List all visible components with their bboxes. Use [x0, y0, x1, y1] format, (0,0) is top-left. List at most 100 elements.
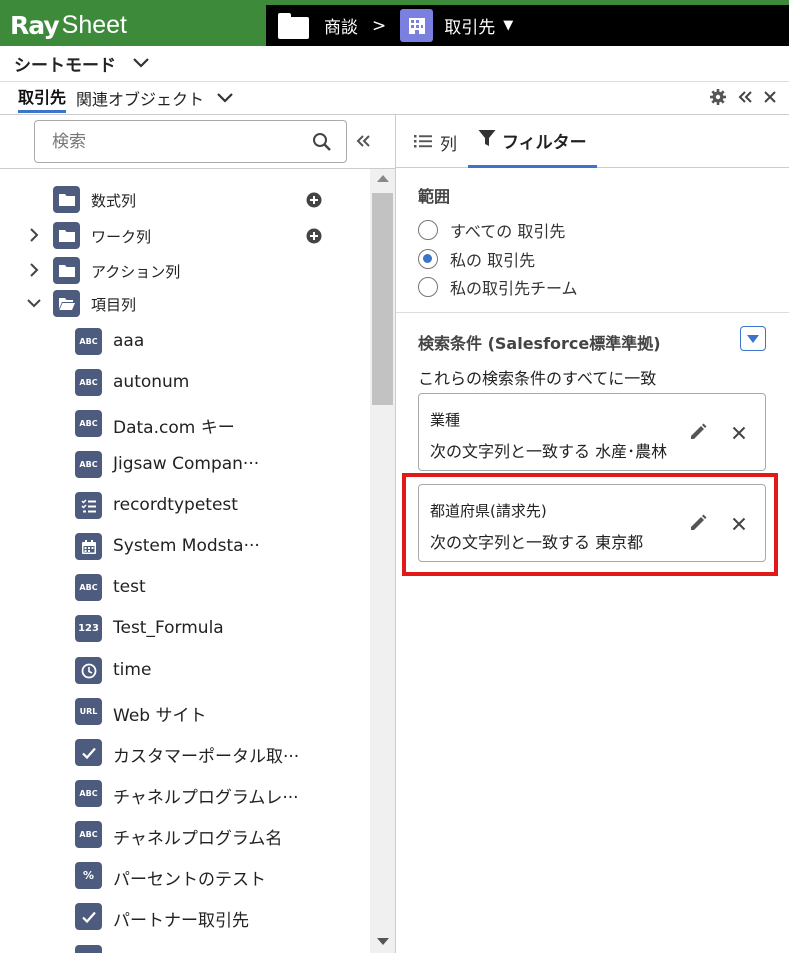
- tree-item[interactable]: System Modsta···: [0, 529, 370, 563]
- tree-item[interactable]: 123 Test_Formula: [0, 611, 370, 645]
- tree-item[interactable]: カスタマーポータル取···: [0, 735, 370, 769]
- list-icon: [414, 133, 432, 153]
- checkbox-type-icon: [75, 903, 102, 930]
- add-circle-icon[interactable]: [306, 192, 322, 212]
- tree-item[interactable]: ABC Data.com キー: [0, 406, 370, 440]
- tree-item[interactable]: % パーセントのテスト: [0, 858, 370, 892]
- chevron-right-icon[interactable]: [26, 262, 42, 278]
- tree-folder-label: ワーク列: [91, 228, 152, 246]
- tree-item[interactable]: ABC test: [0, 570, 370, 604]
- scroll-up-icon[interactable]: [377, 175, 389, 182]
- tab-filter[interactable]: フィルター: [468, 115, 597, 168]
- breadcrumb: 商談 > 取引先 ▼: [266, 5, 789, 46]
- panel-tabs: 列 フィルター: [396, 115, 789, 168]
- logo-sheet-text: Sheet: [61, 11, 127, 39]
- tree-scrollbar[interactable]: [370, 169, 395, 953]
- scope-option-mine[interactable]: 私の 取引先: [418, 247, 535, 271]
- folder-icon: [278, 12, 310, 39]
- tree-folder-action[interactable]: アクション列: [0, 254, 370, 288]
- sheet-mode-label: シートモード: [14, 56, 116, 76]
- object-tabs: 取引先 関連オブジェクト: [0, 82, 789, 115]
- tree-item-label: autonum: [113, 372, 190, 392]
- conditions-subtitle: これらの検索条件のすべてに一致: [418, 369, 657, 388]
- tree-item[interactable]: パートナー取引先: [0, 899, 370, 933]
- collapse-double-chevron-icon[interactable]: [737, 89, 753, 108]
- breadcrumb-parent[interactable]: 商談: [324, 13, 358, 38]
- filter-description: 次の文字列と一致する 水産･農林: [430, 442, 668, 461]
- tree-item-label: Data.com キー: [113, 418, 235, 438]
- tab-related-objects[interactable]: 関連オブジェクト: [76, 86, 234, 110]
- url-type-icon: URL: [75, 698, 102, 725]
- number-type-icon: 123: [75, 615, 102, 642]
- scroll-thumb[interactable]: [372, 193, 393, 405]
- add-circle-icon[interactable]: [306, 228, 322, 248]
- highlight-box: [402, 473, 778, 576]
- tree-item[interactable]: ABC autonum: [0, 365, 370, 399]
- chevron-right-icon[interactable]: [26, 227, 42, 243]
- tree-item[interactable]: ABC Jigsaw Compan···: [0, 447, 370, 481]
- tree-item-label: test: [113, 577, 146, 597]
- tree-item[interactable]: [0, 941, 370, 953]
- text-type-icon: ABC: [75, 328, 102, 355]
- scope-option-all[interactable]: すべての 取引先: [418, 218, 565, 242]
- breadcrumb-separator: >: [372, 15, 387, 36]
- close-icon[interactable]: [763, 89, 777, 108]
- caret-down-icon[interactable]: [740, 326, 766, 351]
- scope-title: 範囲: [418, 187, 451, 206]
- collapse-panel-icon[interactable]: [355, 129, 371, 153]
- pencil-icon[interactable]: [689, 423, 707, 445]
- tree-item[interactable]: ABC aaa: [0, 324, 370, 358]
- breadcrumb-current[interactable]: 取引先: [444, 13, 495, 38]
- folder-icon: [53, 186, 80, 213]
- tree-item-label: System Modsta···: [113, 536, 260, 556]
- scope-option-team[interactable]: 私の取引先チーム: [418, 275, 578, 299]
- tree-folder-formula[interactable]: 数式列: [0, 183, 370, 217]
- tree-item-label: Jigsaw Compan···: [113, 454, 260, 474]
- caret-down-icon[interactable]: ▼: [503, 18, 513, 33]
- text-type-icon: ABC: [75, 369, 102, 396]
- radio-button-selected[interactable]: [418, 249, 438, 269]
- search-input[interactable]: [52, 131, 302, 152]
- tree-folder-work[interactable]: ワーク列: [0, 219, 370, 253]
- scroll-down-icon[interactable]: [377, 938, 389, 945]
- search-icon[interactable]: [312, 132, 332, 157]
- tree-folder-label: 項目列: [91, 296, 137, 314]
- percent-type-icon: %: [75, 862, 102, 889]
- logo-ray-text: Ray: [10, 11, 60, 40]
- tab-columns[interactable]: 列: [414, 130, 457, 155]
- folder-open-icon: [53, 290, 80, 317]
- filter-field: 業種: [430, 411, 461, 429]
- filter-condition-card[interactable]: 業種 次の文字列と一致する 水産･農林: [418, 393, 766, 471]
- tree-item[interactable]: ABC チャネルプログラムレ···: [0, 776, 370, 810]
- text-type-icon: ABC: [75, 780, 102, 807]
- tab-filter-label: フィルター: [502, 132, 587, 153]
- text-type-icon: ABC: [75, 451, 102, 478]
- filter-icon: [478, 129, 496, 152]
- radio-label: 私の 取引先: [450, 251, 536, 270]
- field-tree-panel: 数式列 ワーク列 アクション列 項目列 ABC aaa ABC autonum: [0, 115, 396, 953]
- chevron-down-icon[interactable]: [216, 89, 234, 108]
- gear-icon[interactable]: [709, 88, 727, 110]
- tree-folder-fields[interactable]: 項目列: [0, 287, 370, 321]
- radio-button[interactable]: [418, 220, 438, 240]
- tree-item-label: time: [113, 660, 152, 680]
- tree-item[interactable]: recordtypetest: [0, 488, 370, 522]
- field-type-icon: [75, 945, 102, 953]
- close-icon[interactable]: [732, 425, 746, 444]
- tree-item-label: カスタマーポータル取···: [113, 747, 300, 767]
- sheet-mode-selector[interactable]: シートモード: [0, 46, 789, 82]
- tab-account[interactable]: 取引先: [18, 83, 67, 113]
- folder-icon: [53, 257, 80, 284]
- building-icon: [400, 9, 434, 42]
- radio-button[interactable]: [418, 277, 438, 297]
- search-field[interactable]: [34, 120, 347, 163]
- tree-item[interactable]: time: [0, 653, 370, 687]
- tree-item-label: Web サイト: [113, 706, 207, 726]
- chevron-down-icon[interactable]: [26, 295, 42, 311]
- tab-columns-label: 列: [440, 135, 457, 155]
- tree-item-label: aaa: [113, 331, 145, 351]
- tree-item[interactable]: URL Web サイト: [0, 694, 370, 728]
- tree-item-label: Test_Formula: [113, 618, 224, 638]
- tree-item[interactable]: ABC チャネルプログラム名: [0, 817, 370, 851]
- chevron-down-icon[interactable]: [132, 54, 150, 74]
